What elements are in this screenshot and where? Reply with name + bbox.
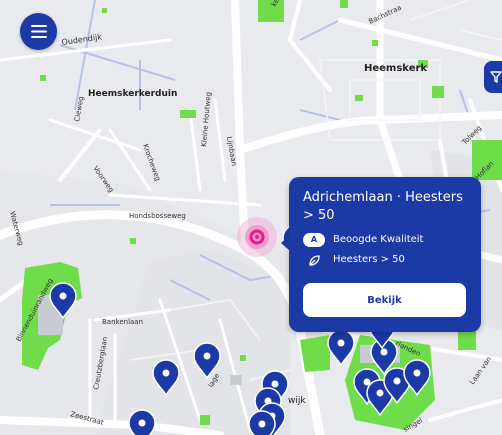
view-button[interactable]: Bekijk bbox=[303, 283, 466, 317]
location-popup: Adrichemlaan · Heesters > 50 A Beoogde K… bbox=[281, 177, 481, 332]
filter-icon bbox=[490, 71, 502, 83]
popup-title: Adrichemlaan · Heesters > 50 bbox=[303, 190, 463, 223]
quality-badge: A bbox=[303, 233, 325, 247]
location-pin[interactable] bbox=[248, 410, 276, 435]
label-hondsbosseweg: Hondsbosseweg bbox=[129, 212, 186, 220]
leaf-icon bbox=[303, 254, 325, 267]
selected-location-marker[interactable] bbox=[237, 217, 277, 257]
type-label: Heesters > 50 bbox=[333, 254, 405, 265]
type-row: Heesters > 50 bbox=[303, 253, 467, 267]
label-wijk: wijk bbox=[288, 396, 306, 406]
quality-label: Beoogde Kwaliteit bbox=[333, 234, 424, 245]
label-heemskerk: Heemskerk bbox=[364, 63, 427, 74]
quality-row: A Beoogde Kwaliteit bbox=[303, 233, 467, 247]
location-pin[interactable] bbox=[128, 409, 156, 435]
label-heemskerkerduin: Heemskerkerduin bbox=[88, 89, 177, 99]
menu-icon bbox=[30, 25, 47, 38]
menu-button[interactable] bbox=[20, 13, 57, 50]
filter-button[interactable] bbox=[484, 61, 502, 93]
label-bankenlaan: Bankenlaan bbox=[102, 318, 143, 326]
